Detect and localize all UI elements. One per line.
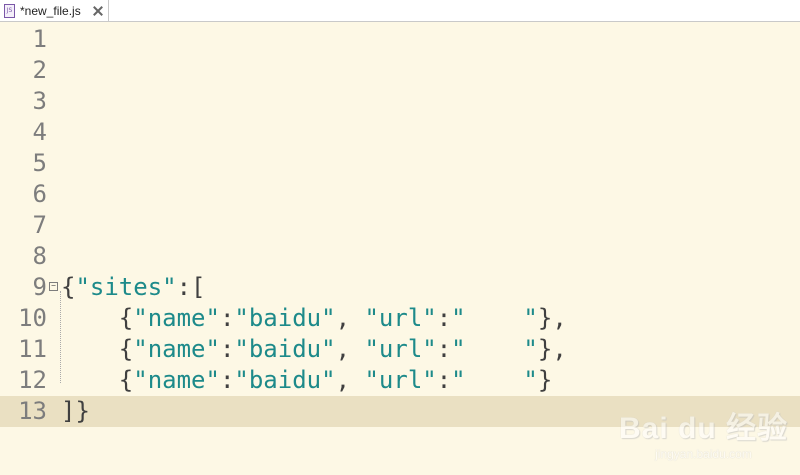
code-line[interactable]: 8 (0, 241, 800, 272)
code-text: {"name":"baidu", "url":" "} (61, 366, 553, 394)
line-number: 13 (18, 397, 47, 425)
code-line[interactable]: 11 {"name":"baidu", "url":" "}, (0, 334, 800, 365)
line-number: 9 (32, 273, 47, 301)
code-line[interactable]: 7 (0, 210, 800, 241)
code-line[interactable]: 5 (0, 148, 800, 179)
line-number: 5 (32, 149, 47, 177)
code-editor: JS *new_file.js 1 2 3 4 5 6 7 8 9− {"sites":[10 {… (0, 0, 800, 475)
line-number: 12 (18, 366, 47, 394)
line-number: 3 (32, 87, 47, 115)
code-line[interactable]: 4 (0, 117, 800, 148)
line-number: 8 (32, 242, 47, 270)
code-text: {"name":"baidu", "url":" "}, (61, 304, 567, 332)
code-text: {"sites":[ (61, 273, 206, 301)
watermark-logo: Bai du 经验 (618, 412, 788, 445)
tab-bar: JS *new_file.js (0, 0, 800, 22)
code-line[interactable]: 6 (0, 179, 800, 210)
line-number: 10 (18, 304, 47, 332)
watermark-url: jingyan.baidu.com (655, 447, 752, 461)
tab-title: *new_file.js (20, 3, 81, 18)
line-number: 1 (32, 25, 47, 53)
code-line[interactable]: 2 (0, 55, 800, 86)
code-line[interactable]: 9− {"sites":[ (0, 272, 800, 303)
code-line[interactable]: 3 (0, 86, 800, 117)
code-text: ]} (61, 397, 90, 425)
line-number: 7 (32, 211, 47, 239)
code-line[interactable]: 1 (0, 24, 800, 55)
tab-new-file[interactable]: JS *new_file.js (0, 0, 109, 21)
line-number: 6 (32, 180, 47, 208)
fold-toggle-icon[interactable]: − (49, 282, 58, 291)
line-number: 4 (32, 118, 47, 146)
line-number: 2 (32, 56, 47, 84)
code-line[interactable]: 12 {"name":"baidu", "url":" "} (0, 365, 800, 396)
line-number: 11 (18, 335, 47, 363)
watermark: Bai du 经验 jingyan.baidu.com (619, 403, 788, 461)
code-line[interactable]: 10 {"name":"baidu", "url":" "}, (0, 303, 800, 334)
js-file-icon: JS (4, 3, 15, 18)
code-text: {"name":"baidu", "url":" "}, (61, 335, 567, 363)
close-icon[interactable] (93, 6, 103, 16)
